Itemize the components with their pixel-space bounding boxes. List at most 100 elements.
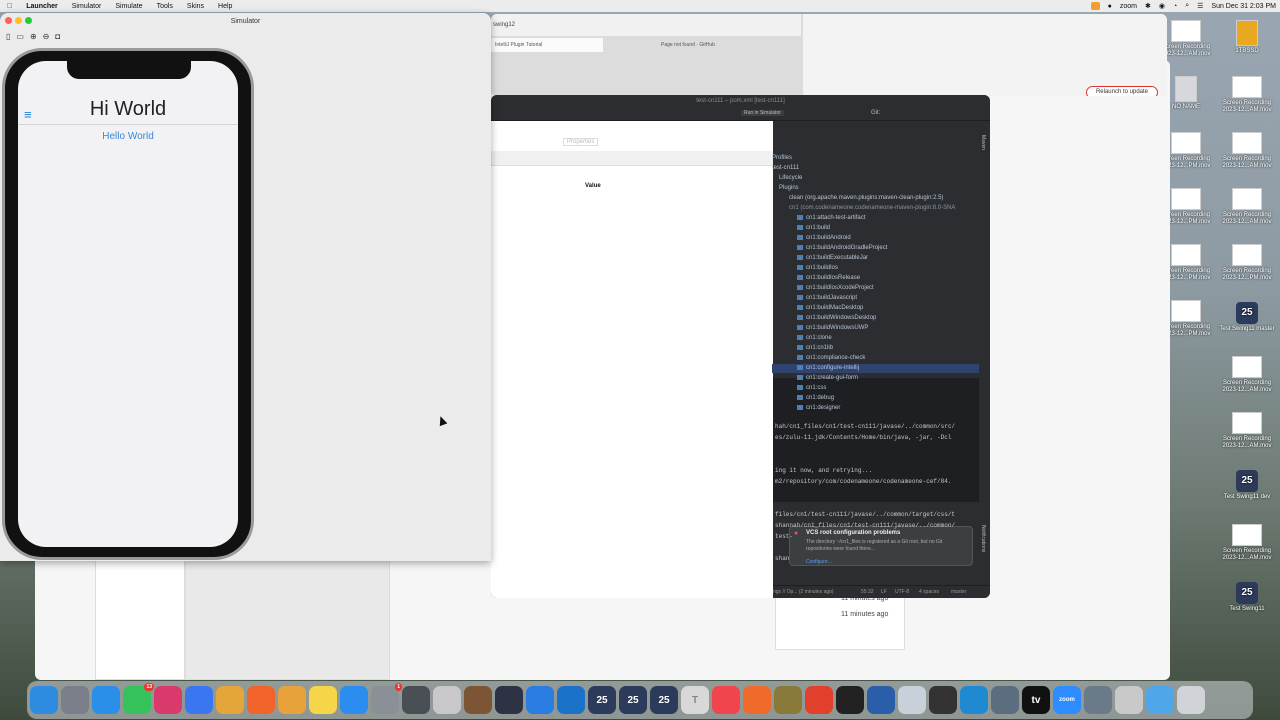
menu-skins[interactable]: Skins: [180, 3, 211, 10]
zoom-out-icon[interactable]: ⊖: [43, 32, 50, 41]
maven-goal[interactable]: cn1:designer: [797, 405, 840, 411]
maven-goal[interactable]: cn1:attach-test-artifact: [797, 215, 865, 221]
launchpad-app-icon[interactable]: [61, 686, 89, 714]
encoding[interactable]: UTF-8: [895, 589, 909, 595]
downloads-app-icon[interactable]: [1146, 686, 1174, 714]
zoom-icon[interactable]: [25, 17, 32, 24]
menu-app-name[interactable]: Launcher: [19, 3, 65, 10]
maven-goal[interactable]: cn1:buildIosRelease: [797, 275, 860, 281]
terminal-app-icon[interactable]: [836, 686, 864, 714]
safari-app-icon[interactable]: [92, 686, 120, 714]
maven-goal[interactable]: cn1:buildMacDesktop: [797, 305, 863, 311]
bluetooth-icon[interactable]: ✱: [1145, 2, 1151, 10]
maven-goal[interactable]: cn1:build: [797, 225, 830, 231]
screenshot-app-icon[interactable]: [1084, 686, 1112, 714]
cn1-c-app-icon[interactable]: 25: [650, 686, 678, 714]
maven-goal[interactable]: cn1:buildIos: [797, 265, 838, 271]
maven-goal[interactable]: cn1:compliance-check: [797, 355, 865, 361]
vectorworks-app-icon[interactable]: [402, 686, 430, 714]
configure-link[interactable]: Configure...: [806, 559, 832, 565]
desktop-file[interactable]: Screen Recording 2023-12...AM.mov: [1215, 76, 1279, 114]
desktop-file[interactable]: Screen Recording 2023-12...AM.mov: [1215, 188, 1279, 226]
tool-a-app-icon[interactable]: [464, 686, 492, 714]
record-icon[interactable]: ●: [1108, 3, 1112, 10]
maven-goal[interactable]: cn1:create-gui-form: [797, 375, 858, 381]
swift-app-icon[interactable]: [743, 686, 771, 714]
desktop-app[interactable]: 25 Test Swing11: [1215, 582, 1279, 613]
git-branch[interactable]: master: [951, 589, 966, 595]
search-icon[interactable]: ⌕: [1185, 2, 1189, 10]
vscode-x-app-icon[interactable]: [557, 686, 585, 714]
portrait-icon[interactable]: ▯: [6, 32, 10, 41]
maven-goal-selected[interactable]: cn1:configure-intellij: [797, 365, 859, 371]
status-app-icon[interactable]: [1090, 2, 1100, 10]
settings-app-icon[interactable]: 1: [371, 683, 402, 714]
landscape-icon[interactable]: ▭: [16, 32, 24, 41]
desktop-file[interactable]: Screen Recording 2023-12...AM.mov: [1215, 524, 1279, 562]
messages-app-icon[interactable]: 13: [123, 683, 154, 714]
maven-goal[interactable]: cn1:buildWindowsUWP: [797, 325, 868, 331]
cn1-a-app-icon[interactable]: 25: [588, 686, 616, 714]
maven-goal[interactable]: cn1:buildJavascript: [797, 295, 857, 301]
browser-tab[interactable]: swing12: [493, 22, 515, 28]
maven-plugin-cn1[interactable]: cn1 (com.codenameone:codenameone-maven-p…: [789, 205, 955, 211]
automator-app-icon[interactable]: [1115, 686, 1143, 714]
clock[interactable]: Sun Dec 31 2:03 PM: [1211, 3, 1276, 10]
relaunch-button[interactable]: Relaunch to update: [1086, 86, 1158, 96]
maven-goal[interactable]: cn1:cn1lib: [797, 345, 833, 351]
status-message[interactable]: ngs // Op... (2 minutes ago): [773, 589, 834, 595]
cursor-position[interactable]: 55:32: [861, 589, 874, 595]
zoom-app-icon[interactable]: zoom: [1053, 686, 1081, 714]
xcode-app-icon[interactable]: [526, 686, 554, 714]
trash-app-icon[interactable]: [1177, 686, 1205, 714]
menu-simulate[interactable]: Simulate: [108, 3, 149, 10]
scrivener-app-icon[interactable]: [433, 686, 461, 714]
preview-app-icon[interactable]: [991, 686, 1019, 714]
maven-goal[interactable]: cn1:buildAndroid: [797, 235, 851, 241]
indent[interactable]: 4 spaces: [919, 589, 939, 595]
hay-app-icon[interactable]: [774, 686, 802, 714]
maven-goal[interactable]: cn1:buildAndroidGradleProject: [797, 245, 887, 251]
desktop-app[interactable]: 25 Test Swing11 dev: [1215, 470, 1279, 501]
zoom-in-icon[interactable]: ⊕: [30, 32, 37, 41]
maven-goal[interactable]: cn1:buildIosXcodeProject: [797, 285, 874, 291]
properties-tab[interactable]: Properties: [563, 138, 599, 146]
maven-goal[interactable]: cn1:clone: [797, 335, 832, 341]
tv-app-icon[interactable]: tv: [1022, 686, 1050, 714]
music-app-icon[interactable]: [712, 686, 740, 714]
notifications-side-tab[interactable]: Notifications: [980, 525, 986, 552]
browser-tab-label[interactable]: Page not found · GitHub: [661, 42, 715, 48]
signal-app-icon[interactable]: [185, 686, 213, 714]
desktop-file[interactable]: Screen Recording 2023-12...AM.mov: [1215, 132, 1279, 170]
finder-app-icon[interactable]: [30, 686, 58, 714]
vpn-app-icon[interactable]: [867, 686, 895, 714]
chrome-app-icon[interactable]: [216, 686, 244, 714]
wifi-icon[interactable]: ◔: [1173, 3, 1177, 10]
control-center-icon[interactable]: ☰: [1197, 2, 1203, 10]
menu-help[interactable]: Help: [211, 3, 239, 10]
maven-goal[interactable]: cn1:buildExecutableJar: [797, 255, 868, 261]
location-icon[interactable]: ◉: [1159, 2, 1165, 10]
desktop-app[interactable]: 25 Test Swing11 master: [1215, 302, 1279, 333]
intellij-app-icon[interactable]: [154, 686, 182, 714]
maven-lifecycle[interactable]: Lifecycle: [779, 175, 802, 181]
maven-project[interactable]: test-cn111: [772, 165, 799, 171]
vcs-notification[interactable]: VCS root configuration problems ● The di…: [789, 526, 973, 566]
zoom-status[interactable]: zoom: [1120, 3, 1137, 10]
script-app-icon[interactable]: [898, 686, 926, 714]
desktop-file[interactable]: Screen Recording 2023-12...AM.mov: [1215, 356, 1279, 394]
maven-goal[interactable]: cn1:css: [797, 385, 826, 391]
vscode-app-icon[interactable]: [960, 686, 988, 714]
maven-side-tab[interactable]: Maven: [980, 135, 986, 150]
desktop-drive[interactable]: 1TBSSD: [1215, 20, 1279, 55]
textedit-app-icon[interactable]: T: [681, 686, 709, 714]
close-icon[interactable]: [5, 17, 12, 24]
maven-goal[interactable]: cn1:debug: [797, 395, 834, 401]
wunderbucket-app-icon[interactable]: [495, 686, 523, 714]
run-config-select[interactable]: Run in Simulator: [741, 110, 784, 116]
line-separator[interactable]: LF: [881, 589, 887, 595]
maven-plugin-clean[interactable]: clean (org.apache.maven.plugins:maven-cl…: [789, 195, 943, 201]
desktop-file[interactable]: Screen Recording 2023-12...AM.mov: [1215, 412, 1279, 450]
brave-app-icon[interactable]: [247, 686, 275, 714]
notes-app-icon[interactable]: [309, 686, 337, 714]
